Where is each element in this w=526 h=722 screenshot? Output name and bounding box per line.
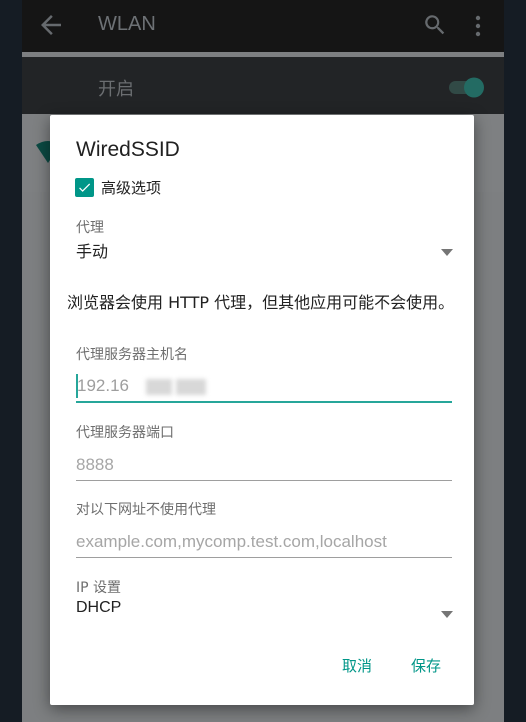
save-button[interactable]: 保存 (411, 655, 441, 676)
proxy-port-field[interactable] (76, 449, 452, 481)
text-cursor (76, 374, 78, 398)
proxy-port-input[interactable] (76, 449, 452, 480)
dialog-title: WiredSSID (76, 138, 180, 161)
proxy-port-caption: 代理服务器端口 (76, 425, 174, 441)
toolbar-title: WLAN (98, 13, 156, 35)
redacted-patch (176, 379, 206, 395)
wlan-switch-label: 开启 (98, 79, 134, 100)
advanced-options-checkbox[interactable]: 高级选项 (75, 177, 161, 198)
back-arrow-icon[interactable] (36, 10, 66, 44)
cancel-button[interactable]: 取消 (342, 655, 372, 676)
proxy-host-field[interactable] (76, 371, 452, 403)
bypass-caption: 对以下网址不使用代理 (76, 502, 216, 518)
proxy-note: 浏览器会使用 HTTP 代理，但其他应用可能不会使用。 (67, 293, 455, 312)
bypass-field[interactable] (76, 526, 452, 558)
network-config-dialog: WiredSSID 高级选项 代理 手动 浏览器会使用 HTTP 代理，但其他应… (50, 115, 474, 705)
ip-settings-caption: IP 设置 (76, 580, 122, 596)
dropdown-arrow-icon[interactable] (441, 604, 453, 623)
proxy-caption: 代理 (76, 220, 104, 236)
wlan-toggle[interactable] (447, 76, 487, 102)
app-toolbar: WLAN (22, 0, 504, 52)
search-icon[interactable] (422, 12, 448, 42)
dropdown-arrow-icon[interactable] (441, 242, 453, 261)
checkbox-checked-icon[interactable] (75, 178, 94, 197)
proxy-host-caption: 代理服务器主机名 (76, 347, 188, 363)
wlan-switch-row[interactable]: 开启 (22, 57, 504, 114)
proxy-host-input[interactable] (76, 371, 452, 401)
bypass-input[interactable] (76, 526, 452, 557)
ip-settings-spinner[interactable]: DHCP (76, 599, 121, 617)
proxy-spinner[interactable]: 手动 (76, 238, 108, 262)
advanced-options-label: 高级选项 (101, 179, 162, 197)
redacted-patch (146, 379, 172, 395)
more-vert-icon[interactable] (473, 13, 483, 43)
